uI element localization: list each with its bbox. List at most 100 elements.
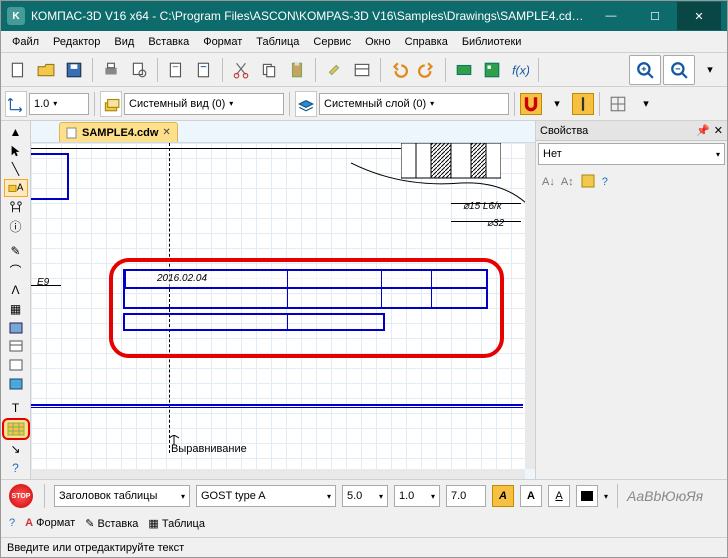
size-select[interactable]: 5.0▾ bbox=[342, 485, 388, 507]
print-button[interactable] bbox=[98, 57, 124, 83]
italic-button[interactable]: A bbox=[492, 485, 514, 507]
tool-library[interactable] bbox=[4, 375, 28, 393]
doc2-button[interactable] bbox=[191, 57, 217, 83]
apply-icon[interactable] bbox=[580, 173, 596, 192]
properties-filter-value: Нет bbox=[543, 148, 562, 160]
tool-table[interactable] bbox=[2, 418, 30, 439]
underline-button[interactable]: A bbox=[548, 485, 570, 507]
snap-dropdown[interactable]: ▾ bbox=[544, 91, 570, 117]
size-value: 5.0 bbox=[347, 490, 362, 502]
maximize-button[interactable]: ☐ bbox=[633, 2, 677, 30]
new-button[interactable] bbox=[5, 57, 31, 83]
menu-service[interactable]: Сервис bbox=[306, 34, 358, 50]
menu-file[interactable]: Файл bbox=[5, 34, 46, 50]
scroll-vertical[interactable] bbox=[525, 143, 535, 469]
color-button[interactable] bbox=[576, 485, 598, 507]
stretch-value: 1.0 bbox=[399, 490, 414, 502]
menu-window[interactable]: Окно bbox=[358, 34, 398, 50]
help-icon-2[interactable]: ? bbox=[9, 517, 15, 529]
stretch-select[interactable]: 1.0▾ bbox=[394, 485, 440, 507]
tool-cursor[interactable] bbox=[4, 142, 28, 160]
menu-insert[interactable]: Вставка bbox=[141, 34, 196, 50]
redo-button[interactable] bbox=[414, 57, 440, 83]
stop-button[interactable]: STOP bbox=[9, 484, 33, 508]
menu-view[interactable]: Вид bbox=[107, 34, 141, 50]
close-button[interactable]: ✕ bbox=[677, 2, 721, 30]
undo-button[interactable] bbox=[386, 57, 412, 83]
doc1-button[interactable] bbox=[163, 57, 189, 83]
layer-icon[interactable] bbox=[295, 91, 317, 117]
tool-arrow[interactable]: ↘ bbox=[4, 441, 28, 459]
tab-close[interactable]: ✕ bbox=[162, 127, 170, 138]
pin-icon[interactable]: 📌 bbox=[696, 124, 710, 137]
scroll-horizontal[interactable] bbox=[31, 469, 525, 479]
tool-joint[interactable] bbox=[4, 198, 28, 216]
properties-filter-select[interactable]: Нет ▾ bbox=[538, 143, 725, 165]
open-button[interactable] bbox=[33, 57, 59, 83]
bottom-tab-insert[interactable]: ✎ Вставка bbox=[85, 517, 138, 530]
print-preview-button[interactable] bbox=[126, 57, 152, 83]
font-select[interactable]: GOST type A▾ bbox=[196, 485, 336, 507]
sort-reset-icon[interactable]: A↕ bbox=[561, 176, 574, 188]
panel-close-icon[interactable]: ✕ bbox=[714, 124, 723, 137]
tool-text[interactable]: T bbox=[4, 399, 28, 417]
style-select[interactable]: Заголовок таблицы▾ bbox=[54, 485, 190, 507]
svg-text:f(x): f(x) bbox=[512, 63, 529, 77]
format-bar: STOP Заголовок таблицы▾ GOST type A▾ 5.0… bbox=[1, 479, 727, 537]
grid-button[interactable] bbox=[605, 91, 631, 117]
variables-button[interactable] bbox=[479, 57, 505, 83]
copy-button[interactable] bbox=[256, 57, 282, 83]
tool-info[interactable]: ⓘ bbox=[4, 217, 28, 236]
document-tab[interactable]: SAMPLE4.cdw ✕ bbox=[59, 122, 178, 142]
tool-form[interactable] bbox=[4, 337, 28, 355]
grid-dropdown[interactable]: ▾ bbox=[633, 91, 659, 117]
zoom-out-button[interactable] bbox=[663, 55, 695, 85]
menu-libraries[interactable]: Библиотеки bbox=[455, 34, 529, 50]
properties-title: Свойства bbox=[540, 125, 588, 137]
tool-rect[interactable] bbox=[4, 319, 28, 337]
help-icon[interactable]: ? bbox=[602, 176, 608, 188]
fx-button[interactable]: f(x) bbox=[507, 57, 533, 83]
tool-edit[interactable]: ✎ bbox=[4, 242, 28, 260]
tool-arrow-top[interactable]: ▲ bbox=[4, 123, 28, 141]
color-dropdown[interactable]: ▾ bbox=[604, 492, 608, 501]
layer-value: Системный слой (0) bbox=[324, 98, 426, 110]
menu-table[interactable]: Таблица bbox=[249, 34, 306, 50]
bottom-tab-table[interactable]: ▦ Таблица bbox=[148, 517, 205, 530]
minimize-button[interactable]: — bbox=[589, 2, 633, 30]
sort-az-icon[interactable]: A↓ bbox=[542, 176, 555, 188]
axis-icon[interactable] bbox=[5, 91, 27, 117]
ortho-button[interactable] bbox=[572, 93, 594, 115]
font-value: GOST type A bbox=[201, 490, 266, 502]
tool-hatch[interactable]: ▦ bbox=[4, 300, 28, 318]
tool-compass[interactable]: Λ bbox=[4, 281, 28, 299]
style-value: Заголовок таблицы bbox=[59, 490, 157, 502]
format-painter-button[interactable] bbox=[321, 57, 347, 83]
status-text: Введите или отредактируйте текст bbox=[7, 542, 184, 554]
paste-button[interactable] bbox=[284, 57, 310, 83]
menu-edit[interactable]: Редактор bbox=[46, 34, 107, 50]
tool-line[interactable]: ╲ bbox=[4, 161, 28, 179]
spacing-input[interactable]: 7.0 bbox=[446, 485, 486, 507]
tool-help[interactable]: ? bbox=[4, 459, 28, 477]
cut-button[interactable] bbox=[228, 57, 254, 83]
date-cell: 2016.02.04 bbox=[157, 273, 207, 284]
properties-button[interactable] bbox=[349, 57, 375, 83]
save-button[interactable] bbox=[61, 57, 87, 83]
view-select[interactable]: Системный вид (0)▾ bbox=[124, 93, 284, 115]
layer-select[interactable]: Системный слой (0)▾ bbox=[319, 93, 509, 115]
bold-button[interactable]: A bbox=[520, 485, 542, 507]
tool-dim[interactable]: A bbox=[4, 179, 28, 197]
zoom-dropdown-button[interactable]: ▾ bbox=[697, 57, 723, 83]
menu-help[interactable]: Справка bbox=[398, 34, 455, 50]
snap-magnet-button[interactable] bbox=[520, 93, 542, 115]
tool-sheet[interactable] bbox=[4, 356, 28, 374]
library-button[interactable] bbox=[451, 57, 477, 83]
view-layers-icon[interactable] bbox=[100, 91, 122, 117]
bottom-tab-format[interactable]: A Формат bbox=[25, 517, 75, 529]
tool-arc[interactable]: ⌒ bbox=[4, 261, 28, 280]
zoom-in-button[interactable] bbox=[629, 55, 661, 85]
menu-format[interactable]: Формат bbox=[196, 34, 249, 50]
scale-select[interactable]: 1.0▾ bbox=[29, 93, 89, 115]
drawing-canvas[interactable]: ⌀15 L6/к ⌀32 E9 bbox=[31, 143, 525, 469]
